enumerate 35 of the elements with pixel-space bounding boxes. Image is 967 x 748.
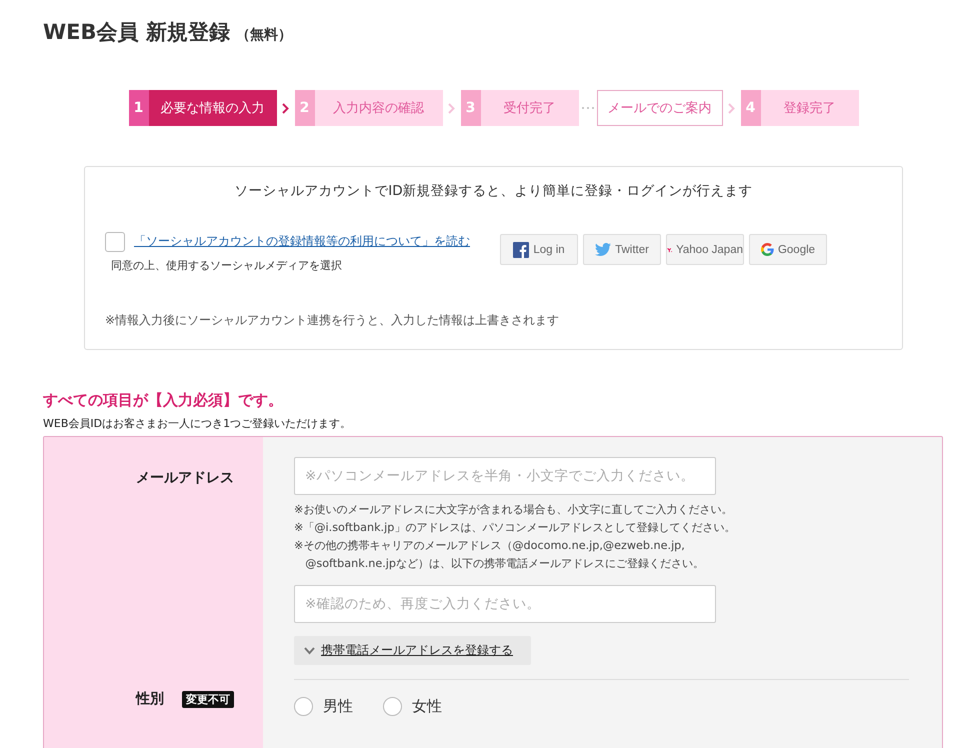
progress-step: 4 登録完了 [740, 90, 858, 126]
chevron-icon [728, 102, 735, 114]
facebook-icon [513, 242, 530, 258]
email-note: ※その他の携帯キャリアのメールアドレス（@docomo.ne.jp,@ezweb.ne.jp, @softbank.ne.jpなど）は、以下の携帯電話メールアドレスにご登録ください。 [294, 538, 705, 572]
gender-radio[interactable]: 女性 [383, 697, 442, 716]
twitter-login-button[interactable]: Twitter [583, 234, 661, 265]
google-login-button[interactable]: Google [749, 234, 827, 265]
chevron-icon [448, 102, 455, 114]
social-heading: ソーシャルアカウントでID新規登録すると、より簡単に登録・ログインが行えます [233, 182, 754, 200]
title-note: （無料） [236, 26, 292, 44]
required-notice: すべての項目が【入力必須】です。 [43, 391, 284, 410]
field-label: 性別 [136, 690, 164, 708]
progress-step: 1 必要な情報の入力 [128, 90, 276, 126]
email-note: ※お使いのメールアドレスに大文字が含まれる場合も、小文字に直してご入力ください。 [294, 502, 734, 518]
progress-step: メールでのご案内 [596, 90, 722, 126]
email-field[interactable]: ※パソコンメールアドレスを半角・小文字でご入力ください。 [294, 457, 716, 495]
bird-icon [595, 243, 612, 256]
progress-step: 2 入力内容の確認 [294, 90, 442, 126]
yahoo-login-button[interactable]: Yahoo Japan [666, 234, 744, 265]
agree-hint: 同意の上、使用するソーシャルメディアを選択 [111, 258, 343, 273]
page-title: WEB会員 新規登録 [43, 19, 230, 46]
membership-note: WEB会員IDはお客さまお一人につき1つご登録いただけます。 [43, 416, 352, 431]
email-note: ※「@i.softbank.jp」のアドレスは、パソコンメールアドレスとして登録してください。 [294, 520, 736, 536]
email-confirm-field[interactable]: ※確認のため、再度ご入力ください。 [294, 585, 716, 623]
google-icon [760, 243, 774, 256]
field-label: メールアドレス [136, 469, 234, 487]
terms-link[interactable]: 「ソーシャルアカウントの登録情報等の利用について」を読む [134, 234, 470, 250]
facebook-login-button[interactable]: Log in [500, 234, 578, 265]
gender-radio[interactable]: 男性 [294, 697, 353, 716]
chevron-icon [304, 646, 315, 654]
progress-step: 3 受付完了 [460, 90, 578, 126]
overwrite-note: ※情報入力後にソーシャルアカウント連携を行うと、入力した情報は上書きされます [105, 312, 560, 329]
agree-checkbox[interactable] [105, 232, 125, 252]
locked-badge: 変更不可 [182, 690, 234, 708]
chevron-icon [282, 102, 289, 114]
